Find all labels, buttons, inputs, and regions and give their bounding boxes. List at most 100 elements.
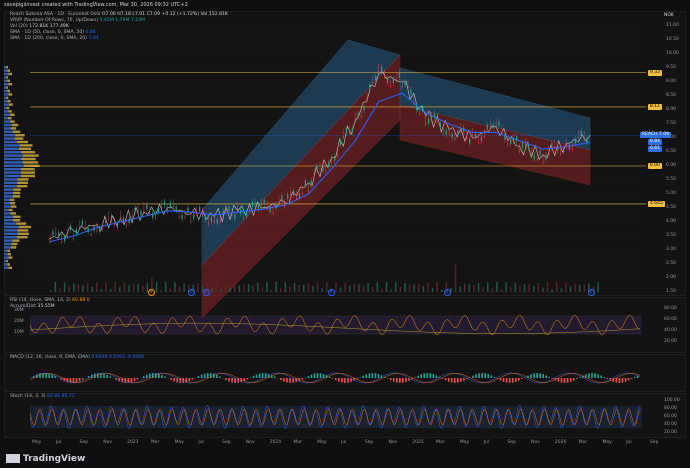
sma-data-point [401, 92, 403, 94]
volume-profile-bar-up [4, 242, 12, 246]
macd-histogram-bar [511, 378, 514, 383]
time-tick-label: Jul [626, 440, 632, 445]
legend-sma200: SMA · 1D (200, close, 0, SMA, 20) 7.04 [10, 36, 99, 42]
candle-body [172, 206, 174, 207]
macd-histogram-bar [136, 378, 139, 380]
candle-body [510, 139, 512, 145]
volume-bar [408, 285, 411, 292]
time-tick-label: 2026 [554, 440, 567, 445]
candle-body [72, 238, 75, 239]
time-tick-label: Mar [578, 440, 588, 445]
legend-macd: MACD (12, 26, close, 9, EMA, EMA) 0.0499… [10, 355, 144, 361]
candle-body [113, 224, 116, 226]
volume-bar [482, 286, 484, 292]
macd-histogram-bar [426, 373, 429, 378]
macd-histogram-bar [502, 378, 505, 382]
volume-profile-bar-up [4, 246, 11, 249]
time-tick-label: Jul [55, 440, 62, 445]
candle-body [266, 208, 268, 209]
macd-histogram-bar [386, 378, 389, 379]
volume-profile-bar-up [4, 161, 23, 164]
volume-profile-bar-down [10, 205, 17, 208]
candle-body [52, 230, 54, 236]
volume-bar [303, 284, 305, 292]
volume-profile-bar-down [12, 219, 21, 222]
macd-histogram-bar [182, 378, 185, 383]
volume-bar [229, 287, 231, 292]
volume-bar [487, 282, 489, 292]
candle-body [275, 203, 277, 209]
volume-profile-bar-up [4, 72, 9, 76]
macd-histogram-bar [560, 378, 563, 383]
candle-body [466, 137, 468, 139]
volume-bar [165, 282, 167, 292]
candle-body [163, 200, 166, 206]
macd-histogram-bar [618, 378, 621, 383]
event-marker-icon[interactable]: D [187, 289, 195, 296]
candle-body [108, 218, 110, 220]
volume-profile-bar-up [4, 171, 22, 174]
candle-body [67, 236, 69, 237]
macd-histogram-bar [591, 373, 593, 378]
event-marker-icon[interactable]: D [202, 289, 210, 296]
candle-body [486, 124, 488, 130]
candle-body [348, 132, 350, 134]
candle-body [454, 138, 456, 140]
candle-body [184, 216, 186, 218]
candle-body [560, 153, 562, 155]
event-marker-icon[interactable]: D [587, 289, 595, 296]
volume-bar [459, 286, 461, 292]
volume-bar [505, 282, 507, 292]
volume-bar [119, 287, 121, 292]
price-tick-label: 5.50 [666, 177, 677, 182]
volume-bar [128, 285, 130, 292]
volume-profile-bar-down [7, 89, 11, 93]
tradingview-logo[interactable]: TradingView [6, 454, 85, 464]
time-tick-label: Jul [341, 440, 347, 445]
candle-body [322, 166, 324, 171]
macd-histogram-bar [630, 378, 633, 379]
volume-bar [174, 282, 176, 292]
rsi-tick-label: 60.00 [664, 317, 677, 322]
volume-profile-bar-down [8, 110, 12, 113]
price-tick-label: 2.50 [666, 261, 677, 266]
volume-profile-bar-up [4, 178, 18, 181]
macd-histogram-bar [545, 375, 548, 378]
price-tick-label: 3.50 [666, 233, 677, 238]
macd-histogram-bar [557, 378, 560, 382]
macd-histogram-bar [109, 376, 111, 378]
volume-bar [298, 284, 300, 292]
volume-bar [197, 283, 199, 292]
candle-body [445, 130, 447, 135]
volume-profile-bar-up [4, 76, 7, 79]
volume-profile-bar-down [8, 256, 13, 259]
legend-vrvp-name: VRVP (Number Of Rows, 70, Up/Down) [10, 18, 99, 23]
volume-profile-bar-down [21, 151, 36, 154]
macd-histogram-bar [505, 378, 508, 383]
macd-histogram-bar [429, 373, 432, 378]
volume-bar [137, 283, 139, 292]
event-marker-icon[interactable]: D [443, 289, 451, 296]
legend-vrvp-vals: 5.45M 1.79M 7.24M [99, 18, 146, 23]
event-marker-icon[interactable]: E [147, 289, 155, 296]
volume-bar [183, 283, 185, 292]
candle-body [425, 123, 427, 125]
event-marker-icon[interactable]: D [327, 289, 335, 296]
legend-rsi-name: RSI (14, close, SMA, 14, 2) [10, 298, 71, 303]
volume-profile-bar-down [17, 178, 29, 181]
price-tick-label: 7.50 [666, 121, 677, 126]
price-tick-label: 2.00 [666, 275, 677, 280]
price-tick-label: 11.00 [666, 23, 679, 28]
macd-histogram-bar [478, 373, 480, 378]
price-tick-label: 4.00 [666, 219, 677, 224]
volume-bar [132, 284, 135, 292]
legend-stoch: Stoch (14, 3, 3) 82.86 80.72 [10, 394, 75, 400]
candle-body [202, 214, 204, 215]
volume-profile-bar-down [8, 93, 13, 96]
volume-profile-bar-up [4, 106, 7, 110]
volume-bar [77, 284, 80, 292]
volume-bar [597, 282, 599, 292]
macd-histogram-bar [75, 378, 78, 383]
candle-body [474, 133, 477, 139]
volume-profile-bar-up [4, 144, 20, 147]
